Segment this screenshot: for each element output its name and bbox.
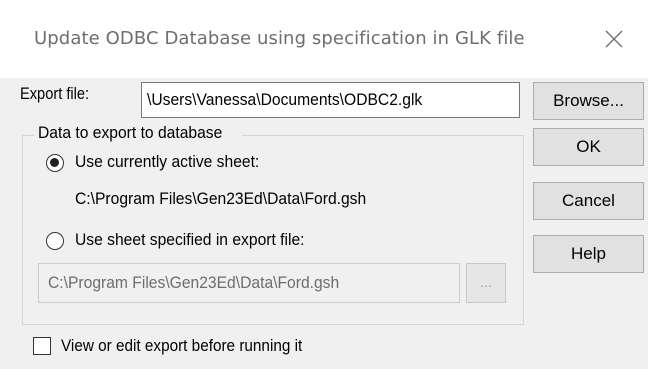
- radio-selected-dot: [50, 158, 59, 167]
- view-edit-checkbox-label[interactable]: View or edit export before running it: [61, 336, 302, 356]
- specified-sheet-path-value: C:\Program Files\Gen23Ed\Data\Ford.gsh: [48, 273, 340, 292]
- specified-sheet-path-input: C:\Program Files\Gen23Ed\Data\Ford.gsh: [38, 263, 460, 303]
- dialog-title: Update ODBC Database using specification…: [34, 28, 525, 49]
- groupbox-title: Data to export to database: [34, 123, 243, 143]
- groupbox-title-text: Data to export to database: [38, 123, 223, 142]
- radio-active-sheet-label[interactable]: Use currently active sheet:: [75, 152, 259, 172]
- radio-specified-sheet[interactable]: [46, 232, 64, 250]
- radio-specified-sheet-label[interactable]: Use sheet specified in export file:: [75, 230, 305, 250]
- dialog-titlebar: Update ODBC Database using specification…: [0, 0, 648, 78]
- export-file-input[interactable]: \Users\Vanessa\Documents\ODBC2.glk: [141, 82, 520, 118]
- cancel-button[interactable]: Cancel: [533, 182, 644, 220]
- browse-sheet-button: ...: [466, 263, 506, 303]
- active-sheet-path: C:\Program Files\Gen23Ed\Data\Ford.gsh: [75, 189, 367, 208]
- browse-button[interactable]: Browse...: [533, 82, 644, 120]
- radio-active-sheet[interactable]: [46, 154, 64, 172]
- export-file-value: \Users\Vanessa\Documents\ODBC2.glk: [147, 90, 423, 109]
- view-edit-checkbox[interactable]: [33, 337, 51, 355]
- close-icon[interactable]: [605, 30, 623, 48]
- ok-button[interactable]: OK: [533, 128, 644, 166]
- export-file-label: Export file:: [20, 84, 90, 103]
- help-button[interactable]: Help: [533, 235, 644, 273]
